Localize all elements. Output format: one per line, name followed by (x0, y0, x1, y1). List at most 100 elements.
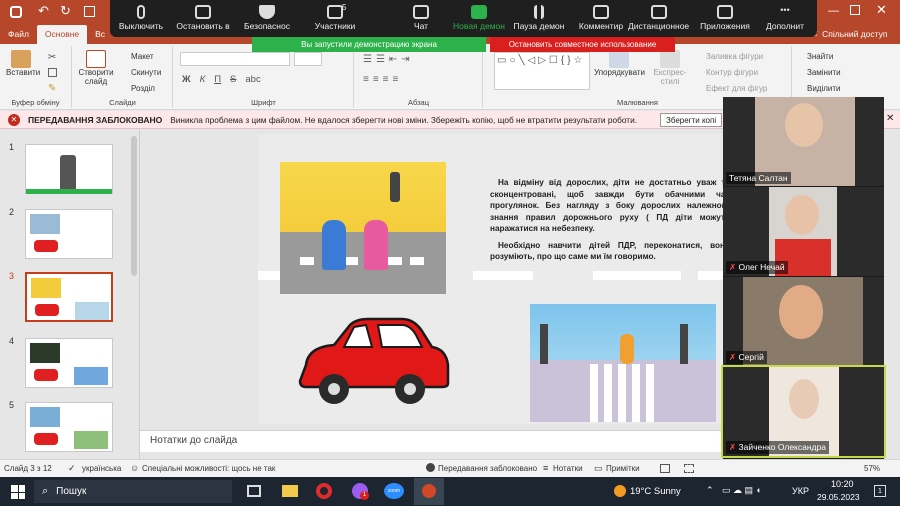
strikethrough-button[interactable]: S (230, 74, 236, 85)
slide-sorter-icon[interactable] (684, 464, 694, 473)
shape-effects-button[interactable]: Ефект для фігур (706, 84, 767, 93)
share-button[interactable]: ⇪ Спільний доступ (812, 28, 887, 39)
zoom-toolbar-item[interactable]: Выключить (110, 0, 172, 37)
slides-group-label: Слайди (109, 98, 136, 107)
zoom-toolbar-item[interactable]: Новая демон (448, 0, 510, 37)
slide-thumbnail-5[interactable] (25, 402, 113, 452)
slide-thumbnail-2[interactable] (25, 209, 113, 259)
viber-icon[interactable]: 1 (352, 483, 369, 500)
shape-outline-button[interactable]: Контур фігури (706, 68, 758, 77)
list-buttons[interactable]: ☰☰⇤⇥ (363, 54, 414, 65)
spellcheck-icon[interactable]: ✓ (68, 463, 76, 474)
notification-center-icon[interactable]: 1 (874, 485, 886, 497)
zoom-toolbar-item[interactable]: Безопаснос (236, 0, 298, 37)
participant-tile[interactable]: ✗ Сергій (723, 277, 884, 366)
zoom-toolbar-item[interactable]: ••• Дополнит (754, 0, 816, 37)
zoom-toolbar-label: Приложения (700, 21, 750, 31)
traffic-light-icon (390, 172, 400, 202)
participant-tile-active[interactable]: ✗ Зайченко Олександра (721, 365, 886, 458)
share-label: Спільний доступ (822, 28, 888, 39)
weather-text[interactable]: 19°C Sunny (630, 486, 681, 497)
present-icon[interactable] (84, 6, 95, 17)
find-button[interactable]: Знайти (807, 52, 833, 61)
zoom-toolbar-item[interactable]: Комментир (570, 0, 632, 37)
zoom-toolbar-item[interactable]: Чат (390, 0, 452, 37)
paste-button[interactable]: Вставити (6, 50, 40, 77)
layout-button[interactable]: Макет (131, 52, 154, 61)
tray-chevron-icon[interactable]: ⌃ (706, 485, 714, 496)
upload-blocked-status[interactable]: Передавання заблоковано (438, 464, 537, 473)
shapes-gallery[interactable]: ▭○╲◁▷☐{}☆ (494, 52, 590, 90)
grass-stripe (26, 189, 112, 194)
font-size-select[interactable] (294, 52, 322, 66)
keyboard-language[interactable]: УКР (792, 486, 809, 496)
autosave-icon[interactable] (10, 6, 22, 18)
close-bar-icon[interactable]: ✕ (886, 113, 894, 124)
select-button[interactable]: Виділити (807, 84, 841, 93)
tab-home[interactable]: Основне (36, 25, 88, 44)
bold-button[interactable]: Ж (182, 74, 191, 85)
traffic-light-icon (540, 324, 548, 364)
taskbar-search[interactable]: ⌕ Пошук (34, 480, 232, 503)
shadow-button[interactable]: abc (245, 74, 260, 85)
notification-badge: 1 (360, 491, 369, 500)
copy-icon[interactable] (48, 68, 57, 77)
face-image (779, 285, 823, 339)
maximize-icon[interactable] (850, 5, 860, 15)
clock-date[interactable]: 29.05.2023 (817, 492, 860, 502)
align-buttons[interactable]: ≡≡≡≡ (363, 74, 402, 85)
undo-icon[interactable]: ↶ (38, 3, 49, 19)
zoom-toolbar: Выключить Остановить в Безопаснос Участники… (110, 0, 817, 37)
zoom-toolbar-item[interactable]: Участники 5 (304, 0, 366, 37)
section-button[interactable]: Розділ (131, 84, 155, 93)
participant-tile[interactable]: Тетяна Салтан (723, 97, 884, 186)
tab-file[interactable]: Файл (0, 25, 37, 44)
thumbnail-scrollbar[interactable] (131, 136, 137, 276)
shape-fill-button[interactable]: Заливка фігури (706, 52, 763, 61)
stop-share-button[interactable]: Остановить совместное использование (490, 37, 675, 52)
windows-start-icon[interactable] (11, 485, 25, 499)
task-view-icon[interactable] (247, 485, 261, 497)
format-painter-icon[interactable]: ✎ (48, 83, 56, 94)
zoom-toolbar-item[interactable]: Приложения (694, 0, 756, 37)
redo-icon[interactable]: ↻ (60, 3, 71, 19)
participant-tile[interactable]: ✗ Олег Нечай (723, 187, 884, 276)
zoom-level[interactable]: 57% (864, 464, 880, 473)
replace-button[interactable]: Замінити (807, 68, 841, 77)
zoom-toolbar-item[interactable]: Пауза демон (508, 0, 570, 37)
slide-thumbnail-1[interactable] (25, 144, 113, 194)
girl-figure (364, 220, 388, 270)
clock-time[interactable]: 10:20 (831, 479, 854, 489)
new-slide-icon (86, 50, 106, 68)
zoom-toolbar-item[interactable]: Остановить в (172, 0, 234, 37)
reset-button[interactable]: Скинути (131, 68, 161, 77)
slide-text-box[interactable]: На відміну від дорослих, діти не достатн… (490, 177, 730, 263)
notes-pane[interactable]: Нотатки до слайда (140, 430, 723, 452)
comments-button[interactable]: Примітки (606, 464, 640, 473)
arrange-button[interactable]: Упорядкувати (594, 50, 645, 77)
save-copy-button[interactable]: Зберегти копі (660, 113, 722, 127)
file-explorer-icon[interactable] (282, 485, 298, 497)
minimize-icon[interactable]: — (828, 5, 839, 17)
accessibility-status[interactable]: Спеціальні можливості: щось не так (142, 464, 275, 473)
quick-styles-icon (660, 50, 680, 68)
underline-button[interactable]: П (214, 74, 221, 85)
zoom-app-icon[interactable]: zoom (384, 483, 404, 499)
cut-icon[interactable]: ✂ (48, 52, 56, 63)
powerpoint-taskbar-item[interactable] (414, 478, 444, 505)
close-icon[interactable]: ✕ (876, 2, 887, 18)
italic-button[interactable]: К (200, 74, 206, 85)
slide-thumbnail-3[interactable] (25, 272, 113, 322)
tray-icons[interactable]: ▭ ☁ ▤ ◖ (722, 485, 761, 496)
notes-button[interactable]: Нотатки (553, 464, 583, 473)
slide-thumbnail-4[interactable] (25, 338, 113, 388)
opera-icon[interactable] (316, 483, 332, 499)
quick-styles-button[interactable]: Експрес-стилі (652, 50, 688, 86)
font-name-select[interactable] (180, 52, 290, 66)
language-status[interactable]: українська (82, 464, 121, 473)
zoom-toolbar-item[interactable]: Дистанционное у (628, 0, 690, 37)
new-slide-button[interactable]: Створити слайд (77, 50, 115, 86)
normal-view-icon[interactable] (660, 464, 670, 473)
status-bar: Слайд 3 з 12 ✓ українська ☺ Спеціальні м… (0, 459, 900, 477)
participants-count: 5 (342, 3, 347, 12)
